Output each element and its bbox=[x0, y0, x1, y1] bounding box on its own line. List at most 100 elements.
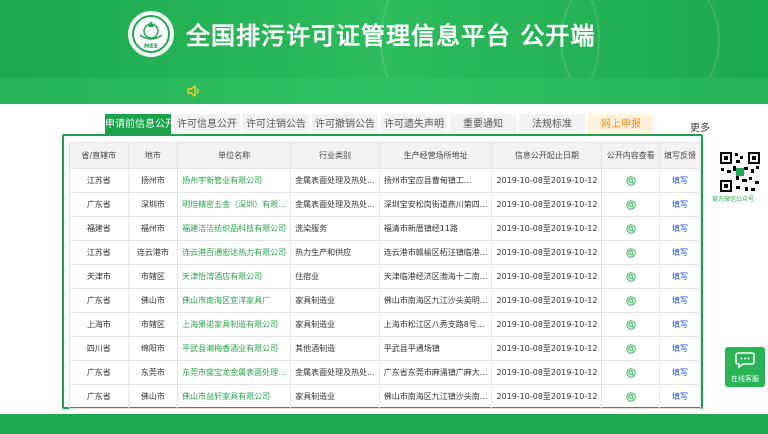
industry-cell: 家具制造业 bbox=[290, 312, 380, 337]
table-row: 广东省 佛山市 佛山市益轩家具有限公司 家具制造业 佛山市南海区九江镇沙头南... 201… bbox=[69, 384, 702, 409]
industry-cell: 家具制造业 bbox=[290, 384, 380, 409]
magnifier-icon[interactable] bbox=[626, 175, 636, 186]
city-cell: 连云港市 bbox=[127, 240, 179, 265]
feedback-link[interactable]: 填写 bbox=[658, 216, 702, 241]
magnifier-icon[interactable] bbox=[626, 271, 636, 282]
tab-pre-application[interactable]: 申请前信息公开 bbox=[105, 114, 175, 136]
province-cell: 广东省 bbox=[69, 288, 129, 313]
industry-cell: 洗染服务 bbox=[290, 216, 380, 241]
qr-caption: 官方微信公众号 bbox=[712, 196, 755, 203]
date-range-cell: 2019-10-08至2019-10-12 bbox=[491, 312, 603, 337]
magnifier-icon[interactable] bbox=[626, 367, 636, 378]
feedback-link[interactable]: 填写 bbox=[658, 360, 702, 385]
date-range-cell: 2019-10-08至2019-10-12 bbox=[491, 288, 603, 313]
magnifier-icon[interactable] bbox=[626, 319, 636, 330]
company-name-link[interactable]: 佛山市南海区宜洋家具厂 bbox=[177, 288, 292, 313]
date-range-cell: 2019-10-08至2019-10-12 bbox=[491, 384, 603, 409]
site-footer bbox=[0, 414, 768, 434]
view-content-cell bbox=[601, 240, 660, 265]
city-cell: 东莞市 bbox=[127, 360, 179, 385]
feedback-link[interactable]: 填写 bbox=[658, 240, 702, 265]
company-name-link[interactable]: 连云港百通宏达热力有限公司 bbox=[177, 240, 292, 265]
tab-loss-statement[interactable]: 许可遗失声明 bbox=[381, 114, 447, 136]
magnifier-icon[interactable] bbox=[626, 247, 636, 258]
site-title: 全国排污许可证管理信息平台 公开端 bbox=[186, 22, 596, 50]
province-cell: 四川省 bbox=[69, 336, 129, 361]
address-cell: 佛山市南海区九江镇沙头南... bbox=[378, 384, 493, 409]
tab-cancellation-notice[interactable]: 许可注销公告 bbox=[243, 114, 309, 136]
feedback-link[interactable]: 填写 bbox=[658, 264, 702, 289]
view-content-cell bbox=[601, 192, 660, 217]
table-row: 福建省 福州市 福建洁洁纺织品科技有限公司 洗染服务 福清市新厝镇经11路 2019-10… bbox=[69, 216, 702, 241]
feedback-link[interactable]: 填写 bbox=[658, 336, 702, 361]
column-header-city: 地市 bbox=[127, 142, 179, 169]
address-cell: 广东省东莞市麻涌镇广麻大... bbox=[378, 360, 493, 385]
magnifier-icon[interactable] bbox=[626, 343, 636, 354]
view-content-cell bbox=[601, 312, 660, 337]
city-cell: 福州市 bbox=[127, 216, 179, 241]
more-link[interactable]: 更多 bbox=[690, 119, 710, 134]
table-row: 上海市 市辖区 上海果诺家具制造有限公司 家具制造业 上海市松江区八秀支路8号... 20… bbox=[69, 312, 702, 337]
tab-important-notice[interactable]: 重要通知 bbox=[450, 114, 516, 136]
mee-logo-icon: MEE bbox=[132, 15, 170, 53]
magnifier-icon[interactable] bbox=[626, 199, 636, 210]
date-range-cell: 2019-10-08至2019-10-12 bbox=[491, 360, 603, 385]
province-cell: 江苏省 bbox=[69, 240, 129, 265]
company-name-link[interactable]: 天津怡湾酒店有限公司 bbox=[177, 264, 292, 289]
feedback-link[interactable]: 填写 bbox=[658, 192, 702, 217]
table-row: 天津市 市辖区 天津怡湾酒店有限公司 住宿业 天津临港经济区渤海十二南... 2019-1… bbox=[69, 264, 702, 289]
company-name-link[interactable]: 佛山市益轩家具有限公司 bbox=[177, 384, 292, 409]
column-header-feedback: 填写反馈 bbox=[658, 142, 702, 169]
online-service-button[interactable]: 在线客服 bbox=[725, 347, 765, 387]
date-range-cell: 2019-10-08至2019-10-12 bbox=[491, 192, 603, 217]
feedback-link[interactable]: 填写 bbox=[658, 168, 702, 193]
tab-license-info[interactable]: 许可信息公开 bbox=[174, 114, 240, 136]
site-header: MEE 全国排污许可证管理信息平台 公开端 bbox=[0, 0, 768, 78]
city-cell: 绵阳市 bbox=[127, 336, 179, 361]
info-table: 省/直辖市 地市 单位名称 行业类别 生产经营场所地址 信息公开起止日期 公开内… bbox=[69, 142, 702, 409]
city-cell: 佛山市 bbox=[127, 384, 179, 409]
feedback-link[interactable]: 填写 bbox=[658, 384, 702, 409]
address-cell: 佛山市南海区九江沙头英明... bbox=[378, 288, 493, 313]
table-row: 江苏省 扬州市 扬州宇新管业有限公司 金属表面处理及热处... 扬州市宝应县曹甸镇工..… bbox=[69, 168, 702, 193]
column-header-view: 公开内容查看 bbox=[601, 142, 660, 169]
address-cell: 福清市新厝镇经11路 bbox=[378, 216, 493, 241]
table-row: 广东省 东莞市 东莞市盛宝龙金属表面处理... 金属表面处理及热处... 广东省东莞市麻… bbox=[69, 360, 702, 385]
table-row: 江苏省 连云港市 连云港百通宏达热力有限公司 热力生产和供应 连云港市赣榆区柘汪镇临港.… bbox=[69, 240, 702, 265]
logo-text: MEE bbox=[144, 43, 158, 50]
company-name-link[interactable]: 明培精密五金（深圳）有限... bbox=[177, 192, 292, 217]
address-cell: 连云港市赣榆区柘汪镇临港... bbox=[378, 240, 493, 265]
notice-bar bbox=[0, 78, 768, 104]
province-cell: 江苏省 bbox=[69, 168, 129, 193]
company-name-link[interactable]: 平武县濑梅香酒业有限公司 bbox=[177, 336, 292, 361]
column-header-industry: 行业类别 bbox=[290, 142, 380, 169]
city-cell: 市辖区 bbox=[127, 264, 179, 289]
column-header-dates: 信息公开起止日期 bbox=[491, 142, 603, 169]
table-row: 广东省 深圳市 明培精密五金（深圳）有限... 金属表面处理及热处... 深圳宝安松岗街… bbox=[69, 192, 702, 217]
info-table-panel: 省/直辖市 地市 单位名称 行业类别 生产经营场所地址 信息公开起止日期 公开内… bbox=[62, 134, 703, 409]
industry-cell: 金属表面处理及热处... bbox=[290, 360, 380, 385]
view-content-cell bbox=[601, 168, 660, 193]
view-content-cell bbox=[601, 360, 660, 385]
industry-cell: 其他酒制造 bbox=[290, 336, 380, 361]
feedback-link[interactable]: 填写 bbox=[658, 288, 702, 313]
tab-online-apply[interactable]: 网上申报 bbox=[588, 114, 654, 136]
magnifier-icon[interactable] bbox=[626, 223, 636, 234]
view-content-cell bbox=[601, 384, 660, 409]
view-content-cell bbox=[601, 264, 660, 289]
company-name-link[interactable]: 东莞市盛宝龙金属表面处理... bbox=[177, 360, 292, 385]
nav-tabs: 申请前信息公开 许可信息公开 许可注销公告 许可撤销公告 许可遗失声明 重要通知… bbox=[105, 114, 654, 136]
industry-cell: 金属表面处理及热处... bbox=[290, 168, 380, 193]
magnifier-icon[interactable] bbox=[626, 391, 636, 402]
magnifier-icon[interactable] bbox=[626, 295, 636, 306]
company-name-link[interactable]: 扬州宇新管业有限公司 bbox=[177, 168, 292, 193]
speaker-icon[interactable] bbox=[186, 83, 202, 99]
company-name-link[interactable]: 上海果诺家具制造有限公司 bbox=[177, 312, 292, 337]
table-header-row: 省/直辖市 地市 单位名称 行业类别 生产经营场所地址 信息公开起止日期 公开内… bbox=[69, 142, 702, 169]
feedback-link[interactable]: 填写 bbox=[658, 312, 702, 337]
company-name-link[interactable]: 福建洁洁纺织品科技有限公司 bbox=[177, 216, 292, 241]
province-cell: 广东省 bbox=[69, 384, 129, 409]
tab-regulations[interactable]: 法规标准 bbox=[519, 114, 585, 136]
mee-logo: MEE bbox=[128, 11, 174, 57]
tab-revocation-notice[interactable]: 许可撤销公告 bbox=[312, 114, 378, 136]
